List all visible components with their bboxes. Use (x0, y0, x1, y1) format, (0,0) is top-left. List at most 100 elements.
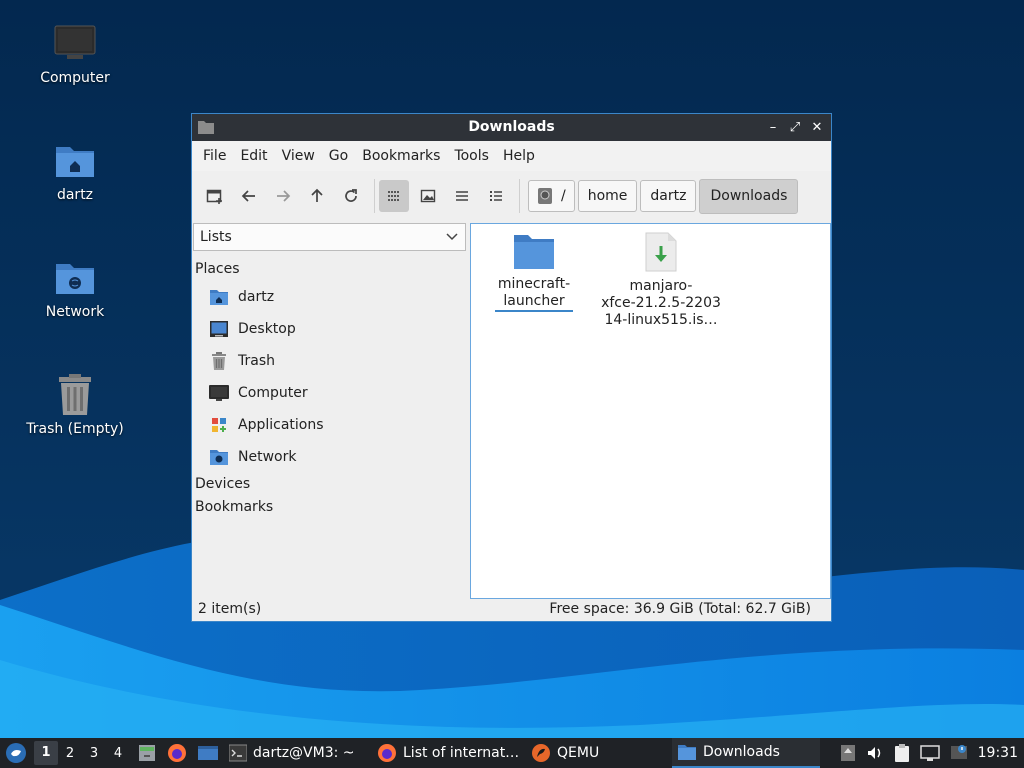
item-count: 2 item(s) (198, 601, 262, 617)
sidebar-item-dartz[interactable]: dartz (209, 285, 274, 309)
side-pane-mode-select[interactable]: Lists (193, 223, 466, 251)
menu-tools[interactable]: Tools (447, 148, 496, 164)
reload-button[interactable] (336, 180, 366, 212)
menu-help[interactable]: Help (496, 148, 542, 164)
minimize-button[interactable]: – (765, 120, 781, 136)
file-item-iso[interactable]: manjaro-xfce-21.2.5-2203 14-linux515.is… (601, 232, 721, 329)
file-name: minecraft-launcher (495, 276, 573, 312)
section-places[interactable]: Places (195, 261, 240, 277)
sidebar-item-label: Applications (238, 417, 324, 433)
computer-icon (53, 22, 97, 66)
launcher-firefox[interactable] (162, 738, 192, 768)
breadcrumb-root[interactable]: / (528, 180, 575, 212)
file-manager-window[interactable]: Downloads – ⤢ ✕ File Edit View Go Bookma… (191, 113, 832, 622)
new-tab-icon (206, 189, 222, 204)
file-item-folder[interactable]: minecraft-launcher (495, 232, 573, 312)
computer-icon (209, 383, 229, 403)
icon-view-button[interactable] (379, 180, 409, 212)
task-qemu[interactable]: QEMU (526, 738, 672, 768)
file-name: manjaro-xfce-21.2.5-2203 14-linux515.is… (601, 278, 721, 328)
forward-arrow-icon (277, 190, 291, 202)
desktop-icon-network[interactable]: Network (15, 256, 135, 320)
home-folder-icon (209, 287, 229, 307)
qemu-icon (532, 744, 550, 762)
clock[interactable]: 19:31 (978, 745, 1018, 761)
launcher-desktop[interactable] (192, 738, 224, 768)
taskbar: 1 2 3 4 dartz@VM3: ~ List of internat… Q… (0, 738, 1024, 768)
sidebar-item-computer[interactable]: Computer (209, 381, 308, 405)
xfce-logo-icon (6, 743, 26, 763)
desktop-icon-computer[interactable]: Computer (15, 22, 135, 86)
up-button[interactable] (302, 180, 332, 212)
workspace-4[interactable]: 4 (106, 746, 130, 761)
task-label: List of internat… (403, 745, 520, 761)
workspace-switcher: 1 2 3 4 (32, 738, 132, 768)
desktop-icon-label: Trash (Empty) (26, 421, 124, 437)
breadcrumb-downloads[interactable]: Downloads (699, 178, 799, 214)
menu-edit[interactable]: Edit (233, 148, 274, 164)
free-space: Free space: 36.9 GiB (Total: 62.7 GiB) (549, 601, 811, 617)
trash-icon (53, 373, 97, 417)
sidebar-item-applications[interactable]: Applications (209, 413, 324, 437)
folder-icon (678, 745, 696, 760)
package-updates-icon[interactable] (840, 744, 856, 762)
network-icon (53, 256, 97, 300)
section-devices[interactable]: Devices (195, 476, 250, 492)
task-firefox[interactable]: List of internat… (372, 738, 526, 768)
side-pane: Lists Places dartz Desktop Trash Compute… (193, 222, 467, 602)
desktop-icon (209, 319, 229, 339)
maximize-button[interactable]: ⤢ (787, 120, 803, 136)
close-button[interactable]: ✕ (809, 120, 825, 136)
breadcrumb-home[interactable]: home (577, 180, 638, 212)
file-view[interactable]: minecraft-launcher manjaro-xfce-21.2.5-2… (470, 223, 831, 599)
breadcrumb-root-label: / (561, 188, 566, 204)
applications-icon (209, 415, 229, 435)
file-cabinet-icon (139, 745, 155, 761)
network-status-icon[interactable] (919, 744, 940, 762)
breadcrumb: / home dartz Downloads (528, 178, 801, 214)
reload-icon (345, 189, 357, 202)
thumbnail-view-icon (420, 189, 436, 203)
clipboard-icon[interactable] (894, 744, 910, 762)
window-title: Downloads (468, 119, 555, 135)
firefox-icon (168, 744, 186, 762)
workspace-2[interactable]: 2 (58, 746, 82, 761)
notification-icon[interactable] (950, 744, 968, 762)
workspace-3[interactable]: 3 (82, 746, 106, 761)
network-icon (209, 447, 229, 467)
menu-view[interactable]: View (275, 148, 322, 164)
menubar: File Edit View Go Bookmarks Tools Help (192, 141, 831, 171)
desktop-icon-trash[interactable]: Trash (Empty) (15, 373, 135, 437)
menu-bookmarks[interactable]: Bookmarks (355, 148, 447, 164)
section-bookmarks[interactable]: Bookmarks (195, 499, 273, 515)
workspace-1[interactable]: 1 (34, 741, 58, 765)
back-button[interactable] (234, 180, 264, 212)
task-downloads[interactable]: Downloads (672, 738, 820, 768)
thumbnail-view-button[interactable] (413, 180, 443, 212)
sidebar-item-network[interactable]: Network (209, 445, 296, 469)
home-folder-icon (53, 139, 97, 183)
compact-list-button[interactable] (447, 180, 477, 212)
up-arrow-icon (311, 188, 323, 202)
forward-button[interactable] (268, 180, 298, 212)
task-label: QEMU (557, 745, 600, 761)
breadcrumb-dartz[interactable]: dartz (640, 180, 697, 212)
menu-file[interactable]: File (196, 148, 233, 164)
chevron-down-icon (446, 233, 458, 241)
app-menu-button[interactable] (0, 738, 32, 768)
task-terminal[interactable]: dartz@VM3: ~ (224, 738, 372, 768)
desktop-icon-label: Network (45, 304, 105, 320)
desktop-icon-home[interactable]: dartz (15, 139, 135, 203)
sidebar-item-desktop[interactable]: Desktop (209, 317, 296, 341)
system-tray: 19:31 (840, 744, 1024, 762)
firefox-icon (378, 744, 396, 762)
drive-icon (538, 188, 552, 204)
detailed-list-button[interactable] (481, 180, 511, 212)
launcher-files[interactable] (132, 738, 162, 768)
window-titlebar[interactable]: Downloads – ⤢ ✕ (192, 114, 831, 141)
volume-icon[interactable] (866, 744, 884, 762)
sidebar-item-trash[interactable]: Trash (209, 349, 275, 373)
new-tab-button[interactable] (200, 180, 230, 212)
menu-go[interactable]: Go (322, 148, 355, 164)
show-desktop-icon (198, 746, 218, 760)
